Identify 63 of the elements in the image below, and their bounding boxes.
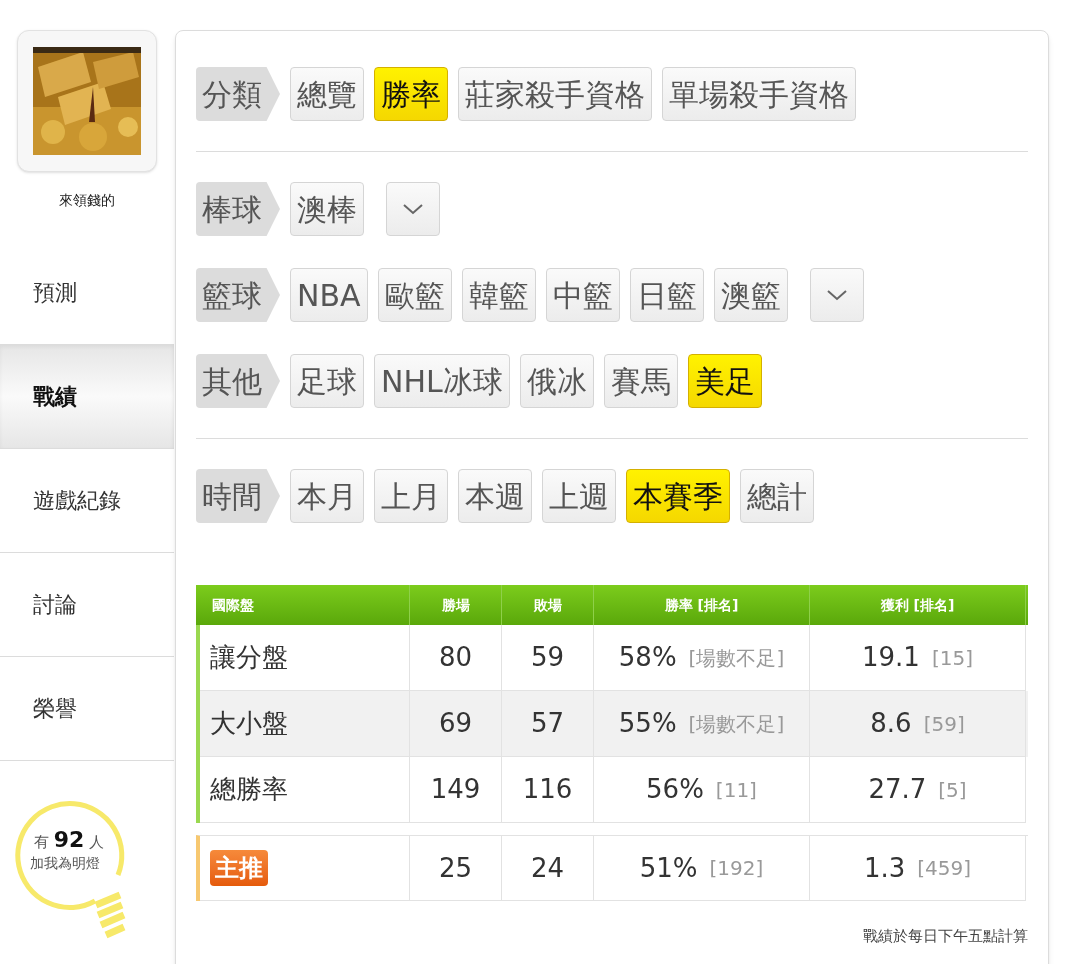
filter-chip[interactable]: 本月 xyxy=(290,469,364,523)
filter-chip[interactable]: 歐籃 xyxy=(377,268,452,322)
profile-name: 來領錢的 xyxy=(59,191,115,210)
profit-value: 1.3 xyxy=(863,851,906,885)
filter-label: 籃球 xyxy=(196,268,280,322)
footnote: 戰績於每日下午五點計算 xyxy=(863,926,1028,947)
filter-chip[interactable]: 日籃 xyxy=(629,268,704,322)
rank-text: [459] xyxy=(917,855,972,882)
filter-chip[interactable]: 韓籃 xyxy=(461,268,536,322)
sidebar-item[interactable]: 遊戲紀錄 xyxy=(0,449,174,553)
table-cell-text: 大小盤 xyxy=(210,707,288,740)
filter-chip[interactable]: 中籃 xyxy=(545,268,620,322)
win-rate: 56% xyxy=(646,773,704,806)
profit-value: 27.7 xyxy=(868,773,927,806)
filter-chip[interactable]: 勝率 xyxy=(374,67,448,121)
filter-label: 分類 xyxy=(196,67,280,121)
profit-value: 8.6 xyxy=(870,707,912,740)
filter-chip[interactable]: 足球 xyxy=(290,354,364,408)
filter-chip[interactable]: 澳籃 xyxy=(713,268,788,322)
chevron-down-icon xyxy=(402,203,424,215)
table-cell: 116 xyxy=(502,757,594,823)
filter-chip[interactable]: 美足 xyxy=(687,354,762,408)
filter-chip[interactable]: NBA xyxy=(290,268,368,322)
featured-badge: 主推 xyxy=(210,850,268,886)
filter-chip[interactable]: 總計 xyxy=(740,469,814,523)
chevron-down-icon xyxy=(825,289,848,301)
fan-count-text: 有 92 人 xyxy=(34,826,105,854)
filter-chip[interactable]: 總覽 xyxy=(290,67,364,121)
table-cell: 24 xyxy=(502,836,594,901)
sidebar-item[interactable]: 榮譽 xyxy=(0,657,174,761)
rank-text: [11] xyxy=(715,776,757,804)
win-rate: 55% xyxy=(618,707,677,740)
rank-text: [192] xyxy=(709,855,764,882)
filter-label: 時間 xyxy=(196,469,280,523)
rank-text: [5] xyxy=(938,776,967,804)
filter-chip[interactable]: 上週 xyxy=(542,469,616,523)
filter-chip[interactable]: 莊家殺手資格 xyxy=(458,67,652,121)
filter-chip[interactable]: NHL冰球 xyxy=(374,354,510,408)
win-rate: 58% xyxy=(618,641,677,674)
filter-chip[interactable]: 本週 xyxy=(458,469,532,523)
filter-chip[interactable]: 單場殺手資格 xyxy=(662,67,856,121)
dropdown-button[interactable] xyxy=(809,268,864,322)
table-cell: 25 xyxy=(410,836,502,901)
profit-value: 19.1 xyxy=(862,641,920,674)
filter-chip[interactable]: 本賽季 xyxy=(626,469,730,523)
table-cell-text: 總勝率 xyxy=(210,773,288,806)
filter-label: 棒球 xyxy=(196,182,280,236)
sidebar-item[interactable]: 戰績 xyxy=(0,345,174,449)
fan-caption: 加我為明燈 xyxy=(30,854,100,873)
dropdown-button[interactable] xyxy=(386,182,440,236)
rank-text: [場數不足] xyxy=(688,644,785,672)
filter-label: 其他 xyxy=(196,354,280,408)
table-cell-text: 讓分盤 xyxy=(210,641,288,674)
sidebar-item[interactable]: 討論 xyxy=(0,553,174,657)
filter-chip[interactable]: 澳棒 xyxy=(290,182,364,236)
rank-text: [場數不足] xyxy=(688,710,785,738)
table-cell: 149 xyxy=(410,757,502,823)
filter-chip[interactable]: 上月 xyxy=(374,469,448,523)
filter-chip[interactable]: 俄冰 xyxy=(519,354,594,408)
win-rate: 51% xyxy=(639,851,698,885)
rank-text: [59] xyxy=(923,710,965,738)
filter-chip[interactable]: 賽馬 xyxy=(603,354,678,408)
rank-text: [15] xyxy=(931,644,973,672)
